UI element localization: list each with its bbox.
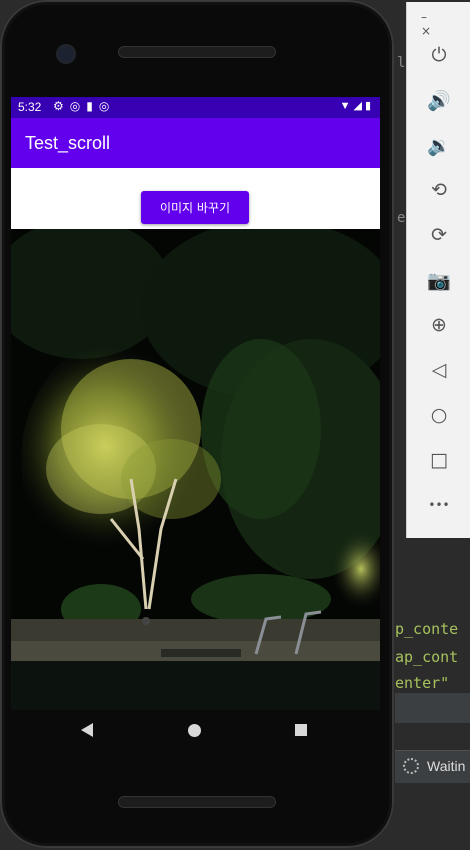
phone-frame: 5:32 ⚙◎▮◎ ▼◢▮ Test_scroll 이미지 바꾸기	[0, 0, 394, 848]
ide-code-line: ap_cont	[395, 648, 459, 666]
status-system-icons: ▼◢▮	[339, 100, 374, 112]
bottom-speaker	[118, 796, 276, 808]
ide-code-line: enter"	[395, 674, 450, 692]
front-camera	[56, 44, 76, 64]
back-icon[interactable]	[81, 723, 93, 737]
garden-night-photo	[11, 229, 380, 710]
volume-up-icon[interactable]: 🔊	[423, 84, 455, 116]
phone-screen: 5:32 ⚙◎▮◎ ▼◢▮ Test_scroll 이미지 바꾸기	[11, 97, 380, 710]
emulator-toolbar: – × ⏻ 🔊 🔉 ⟲ ⟳ 📷 ⊕ ◁ ○ □ •••	[406, 2, 470, 538]
ide-status-text: Waitin	[427, 758, 466, 774]
status-time: 5:32	[18, 100, 42, 114]
window-controls: – ×	[421, 10, 470, 38]
nav-bar	[11, 710, 380, 755]
ide-status-bar: Waitin	[395, 750, 470, 783]
ide-panel-strip	[395, 693, 470, 723]
camera-icon[interactable]: 📷	[423, 264, 455, 296]
loading-spinner-icon	[403, 758, 419, 774]
more-icon[interactable]: •••	[423, 489, 455, 521]
status-notification-icons: ⚙◎▮◎	[53, 99, 116, 113]
ide-code-line: p_conte	[395, 620, 459, 638]
earpiece-speaker	[118, 46, 276, 58]
home-nav-icon[interactable]: ○	[423, 399, 455, 431]
recents-icon[interactable]	[295, 724, 307, 736]
overview-icon[interactable]: □	[423, 444, 455, 476]
rotate-left-icon[interactable]: ⟲	[423, 174, 455, 206]
back-nav-icon[interactable]: ◁	[423, 354, 455, 386]
volume-down-icon[interactable]: 🔉	[423, 129, 455, 161]
ide-fragment: l	[397, 55, 406, 71]
zoom-icon[interactable]: ⊕	[423, 309, 455, 341]
ide-fragment: e	[397, 210, 406, 226]
home-icon[interactable]	[188, 724, 201, 737]
button-area: 이미지 바꾸기	[11, 168, 380, 229]
rotate-right-icon[interactable]: ⟳	[423, 219, 455, 251]
app-bar: Test_scroll	[11, 118, 380, 168]
status-bar: 5:32 ⚙◎▮◎ ▼◢▮	[11, 97, 380, 118]
scroll-image[interactable]: 2016	[11, 229, 380, 710]
minimize-icon[interactable]: –	[421, 10, 427, 24]
change-image-button[interactable]: 이미지 바꾸기	[141, 191, 249, 224]
power-icon[interactable]: ⏻	[423, 39, 455, 71]
app-title: Test_scroll	[25, 133, 111, 153]
close-icon[interactable]: ×	[421, 24, 431, 38]
